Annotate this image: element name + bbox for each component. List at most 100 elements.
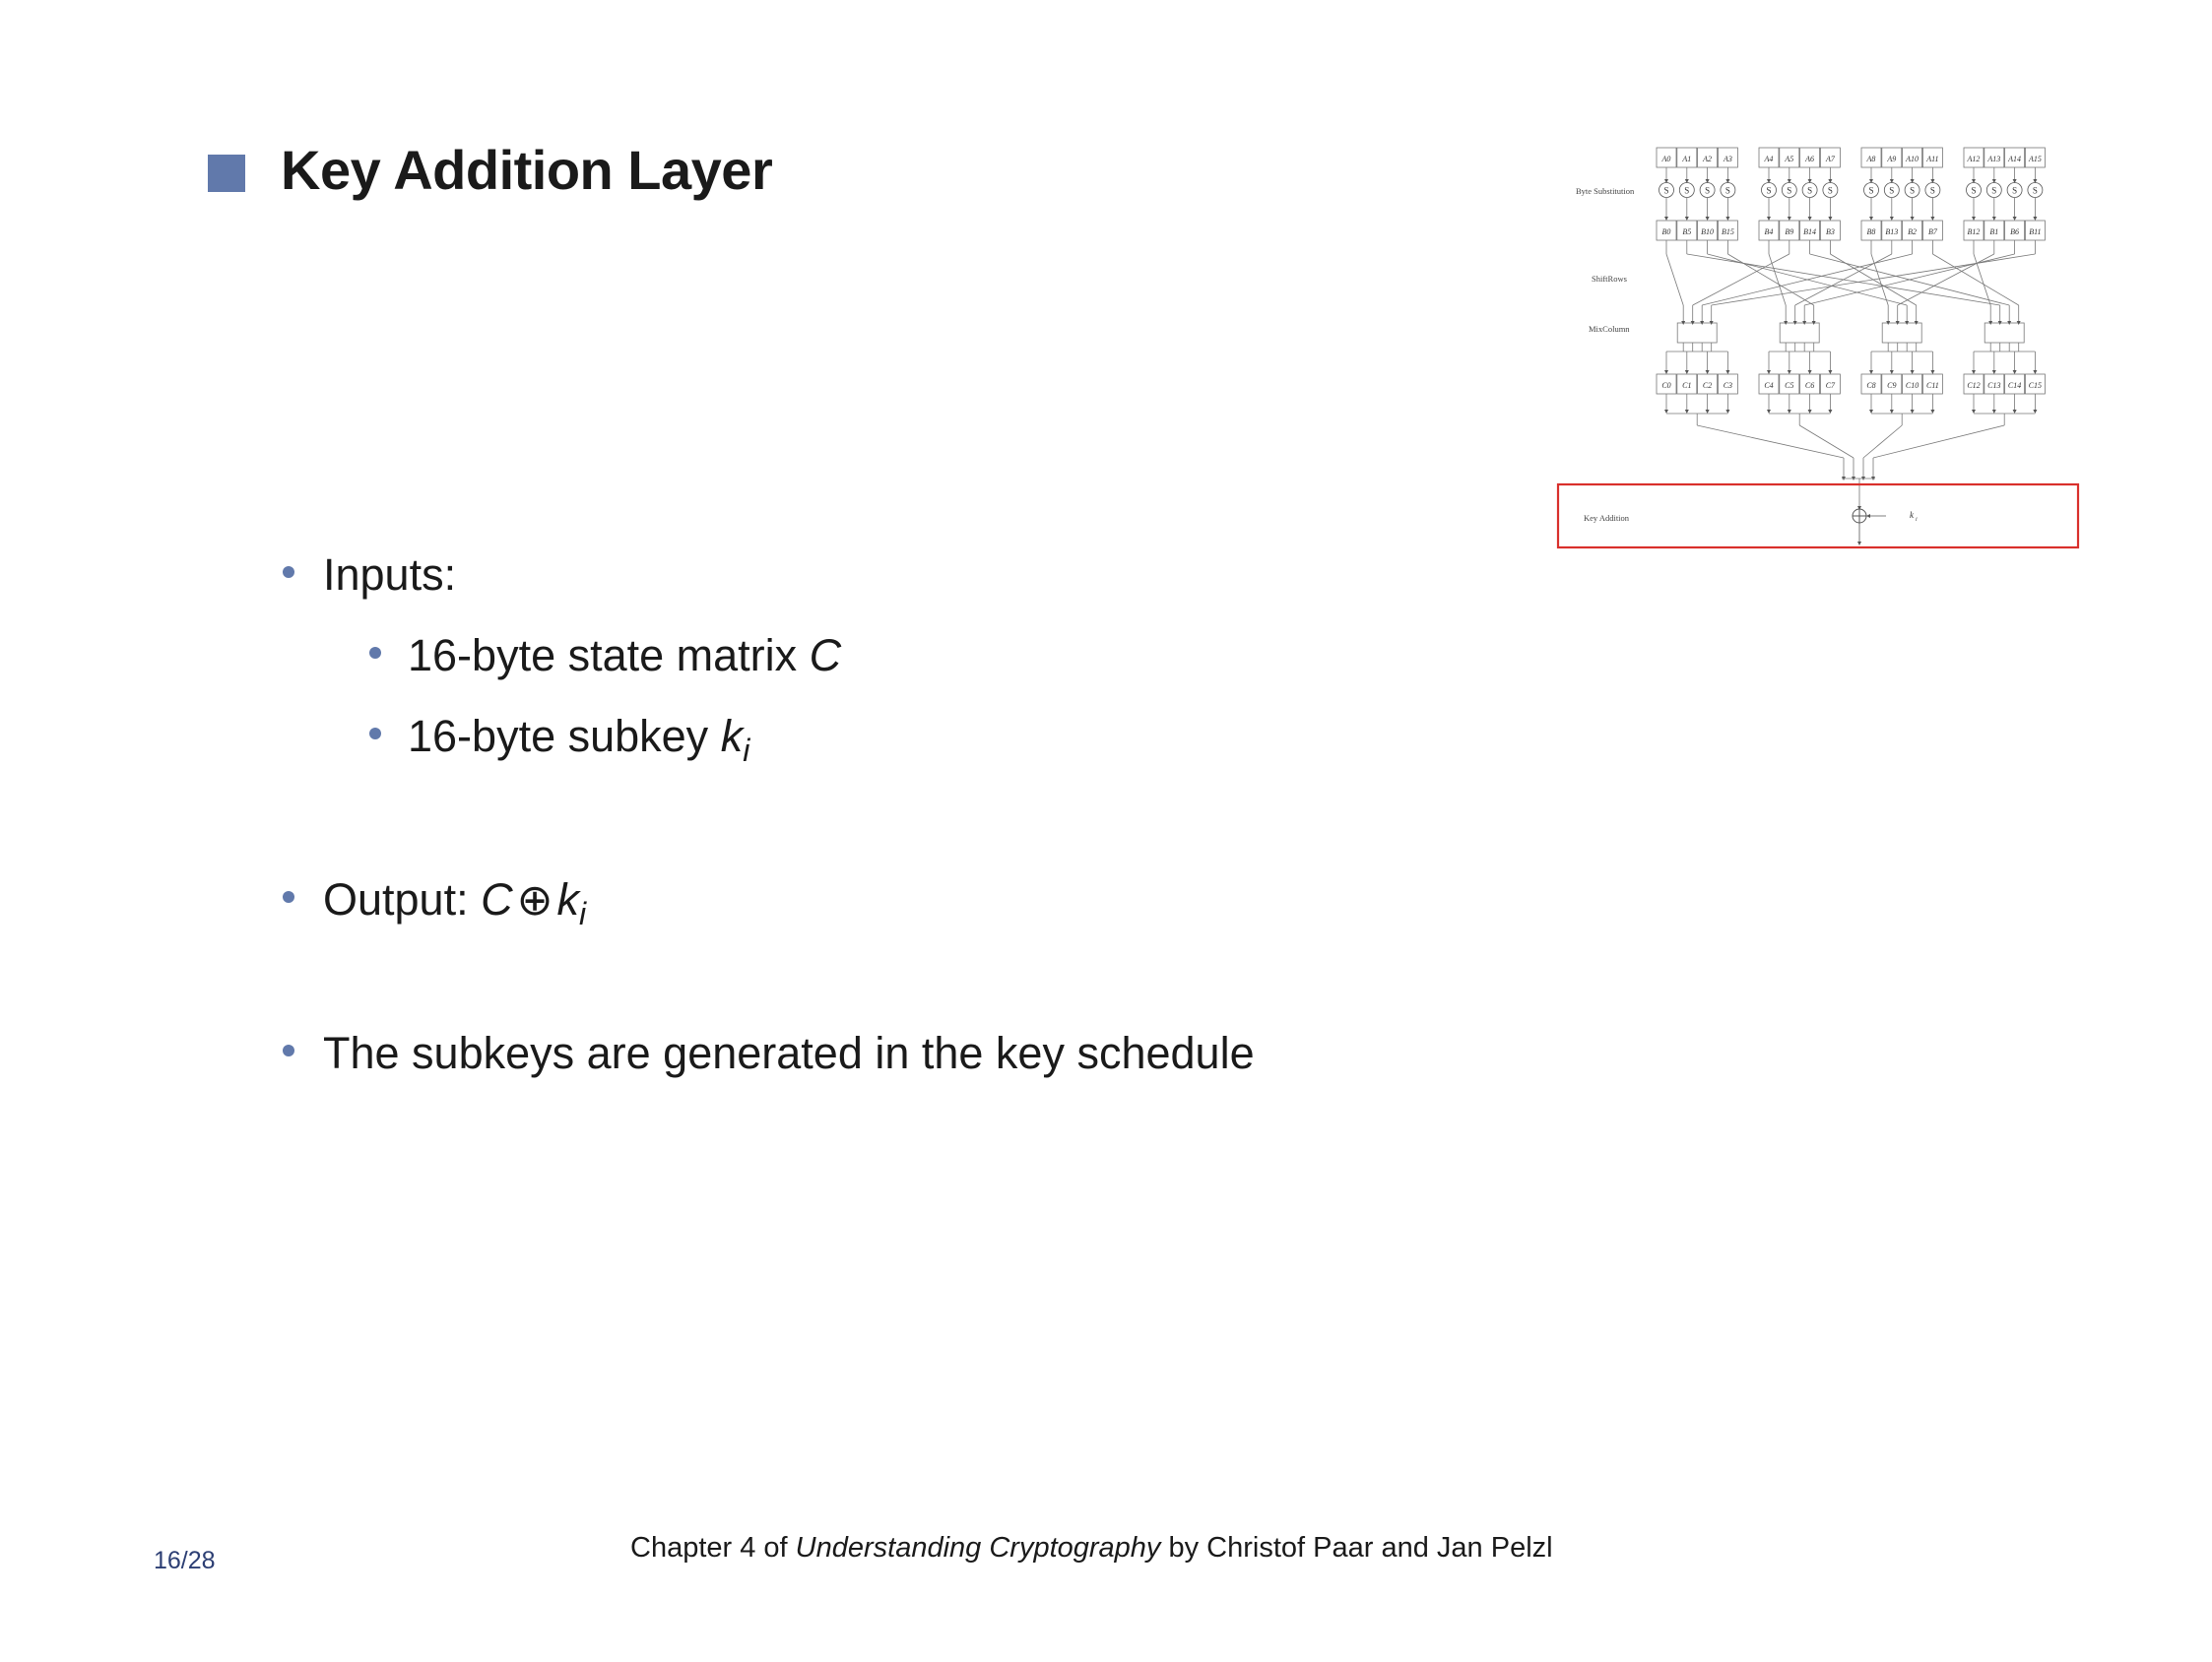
state-c-cell-label: C12 (1967, 381, 1980, 390)
output-c: C (481, 874, 513, 925)
subkey-var: k (720, 711, 744, 761)
state-a-cell-label: A5 (1784, 155, 1793, 163)
state-a-cell-label: A11 (1925, 155, 1938, 163)
state-b-cell-label: B13 (1885, 227, 1898, 236)
state-a-cell-label: A9 (1886, 155, 1896, 163)
state-b-cell-label: B15 (1722, 227, 1734, 236)
state-b-cell-label: B10 (1701, 227, 1714, 236)
bullet-dot (369, 728, 381, 739)
state-b-cell-label: B14 (1803, 227, 1816, 236)
sbox-symbol: S (1971, 186, 1976, 196)
state-c-cell-label: C5 (1785, 381, 1793, 390)
state-a-cell-label: A10 (1905, 155, 1919, 163)
key-addition-label: Key Addition (1584, 513, 1630, 523)
shiftrows-label: ShiftRows (1592, 274, 1627, 284)
sbox-symbol: S (1705, 186, 1710, 196)
state-c-cell-label: C14 (2008, 381, 2021, 390)
state-a-cell-label: A8 (1866, 155, 1876, 163)
sbox-symbol: S (1807, 186, 1812, 196)
bullet-dot (369, 647, 381, 659)
page-number: 16/28 (154, 1547, 216, 1574)
state-a-cell-label: A3 (1723, 155, 1732, 163)
state-c-cell-label: C9 (1887, 381, 1896, 390)
key-symbol: k (1910, 510, 1915, 520)
sbox-symbol: S (1663, 186, 1668, 196)
state-c-cell-label: C6 (1805, 381, 1814, 390)
sbox-symbol: S (1889, 186, 1894, 196)
sbox-symbol: S (1828, 186, 1833, 196)
state-b-cell-label: B3 (1826, 227, 1835, 236)
state-a-cell-label: A0 (1661, 155, 1671, 163)
output-k: k (556, 874, 579, 925)
footer-citation: Chapter 4 of Understanding Cryptography … (630, 1532, 1553, 1565)
footer-book-title: Understanding Cryptography (795, 1532, 1161, 1564)
bullet-inputs: Inputs: (323, 549, 456, 601)
footer-prefix: Chapter 4 of (630, 1532, 796, 1564)
state-a-cell-label: A12 (1967, 155, 1981, 163)
bullet-key-schedule: The subkeys are generated in the key sch… (323, 1028, 1255, 1079)
state-b-cell-label: B7 (1928, 227, 1938, 236)
mixcolumn-box (1984, 322, 2025, 344)
sbox-symbol: S (1725, 186, 1730, 196)
sbox-symbol: S (1787, 186, 1791, 196)
mixcolumn-box (1676, 322, 1718, 344)
state-a-cell-label: A1 (1681, 155, 1691, 163)
state-c-cell-label: C3 (1724, 381, 1732, 390)
state-c-cell-label: C1 (1682, 381, 1691, 390)
state-c-cell-label: C7 (1826, 381, 1836, 390)
state-a-cell-label: A13 (1986, 155, 2000, 163)
state-c-cell-label: C0 (1661, 381, 1670, 390)
sbox-symbol: S (2033, 186, 2038, 196)
state-b-cell-label: B2 (1908, 227, 1917, 236)
state-c-cell-label: C10 (1906, 381, 1919, 390)
sbox-symbol: S (1910, 186, 1915, 196)
byte-substitution-label: Byte Substitution (1576, 186, 1635, 196)
state-matrix-text: 16-byte state matrix (408, 630, 810, 680)
state-b-cell-label: B11 (2029, 227, 2041, 236)
state-b-cell-label: B6 (2010, 227, 2019, 236)
state-a-cell-label: A4 (1764, 155, 1774, 163)
mixcolumn-label: MixColumn (1589, 324, 1630, 334)
bullet-dot (283, 1045, 294, 1056)
subkey-subscript: i (743, 733, 750, 768)
state-c-cell-label: C8 (1866, 381, 1875, 390)
state-c-cell-label: C15 (2029, 381, 2042, 390)
state-a-cell-label: A7 (1825, 155, 1836, 163)
state-a-cell-label: A2 (1702, 155, 1712, 163)
state-c-cell-label: C11 (1926, 381, 1939, 390)
bullet-dot (283, 891, 294, 903)
sbox-symbol: S (1991, 186, 1996, 196)
state-b-cell-label: B4 (1765, 227, 1774, 236)
footer-suffix: by Christof Paar and Jan Pelzl (1160, 1532, 1553, 1564)
mixcolumn-box (1881, 322, 1922, 344)
bullet-output: Output: C⊕ki (323, 874, 586, 932)
state-b-cell-label: B9 (1785, 227, 1793, 236)
bullet-state-matrix: 16-byte state matrix C (408, 630, 841, 681)
state-c-cell-label: C4 (1764, 381, 1773, 390)
bullet-subkey: 16-byte subkey ki (408, 711, 749, 769)
key-symbol-subscript: i (1916, 517, 1918, 523)
output-subscript: i (578, 896, 587, 931)
key-schedule-text: The subkeys are generated in the key sch… (323, 1028, 1255, 1078)
state-matrix-var: C (809, 630, 842, 680)
subkey-text: 16-byte subkey (408, 711, 721, 761)
state-b-cell-label: B1 (1989, 227, 1998, 236)
state-b-cell-label: B5 (1682, 227, 1691, 236)
output-label: Output: (323, 874, 482, 925)
state-c-cell-label: C13 (1987, 381, 2000, 390)
state-b-cell-label: B0 (1662, 227, 1671, 236)
sbox-symbol: S (1766, 186, 1771, 196)
bullet-dot (283, 566, 294, 578)
inputs-label: Inputs: (323, 549, 457, 600)
key-addition-highlight-box (1556, 482, 2080, 549)
state-b-cell-label: B8 (1867, 227, 1876, 236)
sbox-symbol: S (1684, 186, 1689, 196)
state-a-cell-label: A15 (2028, 155, 2042, 163)
state-c-cell-label: C2 (1703, 381, 1712, 390)
xor-symbol: ⊕ (516, 876, 553, 925)
slide-title: Key Addition Layer (281, 139, 773, 201)
mixcolumn-box (1779, 322, 1820, 344)
sbox-symbol: S (1930, 186, 1935, 196)
title-bullet-square (208, 155, 245, 192)
sbox-symbol: S (1868, 186, 1873, 196)
